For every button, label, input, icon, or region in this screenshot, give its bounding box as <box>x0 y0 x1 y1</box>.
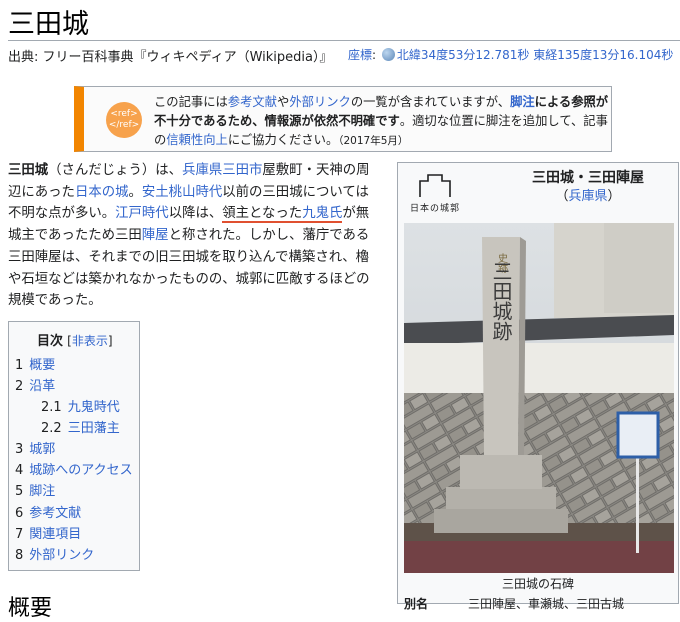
lead-subject: 三田城 <box>8 163 49 178</box>
link-footnotes[interactable]: 脚注 <box>510 95 535 109</box>
toc-num: 2.2 <box>41 421 62 436</box>
infobox: 日本の城郭 三田城・三田陣屋 （兵庫県） 史跡 三田城跡 三田城の石碑 別名 三… <box>397 162 679 611</box>
toc-title: 目次 <box>37 334 64 349</box>
toc-num: 1 <box>15 358 24 373</box>
ib-sub-close: ） <box>607 189 621 204</box>
toc-link[interactable]: 三田藩主 <box>68 421 120 436</box>
infobox-title: 三田城・三田陣屋 <box>532 170 644 186</box>
castle-logo-icon: 日本の城郭 <box>406 169 464 214</box>
link-edo-period[interactable]: 江戸時代 <box>115 206 169 221</box>
infobox-subtitle: （兵庫県） <box>498 185 678 204</box>
toc-item[interactable]: 5 脚注 <box>15 480 55 499</box>
toc-link[interactable]: 城郭 <box>29 442 55 457</box>
toc-item[interactable]: 2.2 三田藩主 <box>41 417 120 436</box>
globe-icon[interactable] <box>381 48 395 61</box>
toc-header: 目次 [非表示] <box>37 330 113 349</box>
toc-num: 7 <box>15 527 24 542</box>
toc-link[interactable]: 参考文献 <box>29 506 81 521</box>
link-sanda-city[interactable]: 三田市 <box>222 163 262 178</box>
toc-item[interactable]: 7 関連項目 <box>15 523 81 542</box>
notice-t2: や <box>277 95 290 109</box>
link-azuchi-momoyama[interactable]: 安土桃山時代 <box>142 185 222 200</box>
link-infobox-hyogo[interactable]: 兵庫県 <box>568 189 607 204</box>
photo-caption: 三田城の石碑 <box>501 577 574 591</box>
toc-num: 3 <box>15 442 24 457</box>
castle-monument-photo[interactable]: 史跡 三田城跡 <box>404 223 674 573</box>
toc-num: 5 <box>15 484 24 499</box>
lead-s2: （さんだじょう）は、 <box>48 163 183 178</box>
castle-logo-text: 日本の城郭 <box>410 204 461 214</box>
toc-link[interactable]: 関連項目 <box>29 527 81 542</box>
ib-row-value: 三田陣屋、車瀬城、三田古城 <box>468 597 625 611</box>
toc-link[interactable]: 概要 <box>29 358 55 373</box>
toc-link[interactable]: 九鬼時代 <box>68 400 120 415</box>
coords-value-link[interactable]: 北緯34度53分12.781秒 東経135度13分16.104秒 <box>397 48 674 62</box>
notice-t3: の一覧が含まれていますが、 <box>350 95 511 109</box>
link-external[interactable]: 外部リンク <box>289 95 351 109</box>
citation-notice: <ref> </ref> この記事には参考文献や外部リンクの一覧が含まれています… <box>74 86 612 152</box>
toc-item[interactable]: 3 城郭 <box>15 438 55 457</box>
section-heading: 概要 <box>8 596 53 621</box>
toc-link[interactable]: 外部リンク <box>29 548 94 563</box>
notice-t5: にご協力ください。 <box>227 133 339 147</box>
ref-icon: <ref> </ref> <box>106 102 142 138</box>
link-kuki-clan[interactable]: 九鬼氏 <box>302 206 342 221</box>
ib-row-label: 別名 <box>404 597 429 611</box>
lead-s7: 領主となった <box>222 206 303 222</box>
title-divider <box>8 40 680 41</box>
toc-link[interactable]: 沿革 <box>29 379 55 394</box>
toc-link[interactable]: 城跡へのアクセス <box>29 463 132 478</box>
notice-t1: この記事には <box>154 95 228 109</box>
toc-num: 2.1 <box>41 400 62 415</box>
coords-sep: : <box>372 48 380 62</box>
notice-date: （2017年5月） <box>338 135 409 147</box>
source-line: 出典: フリー百科事典『ウィキペディア（Wikipedia）』 <box>8 50 333 65</box>
link-japanese-castle[interactable]: 日本の城 <box>75 185 129 200</box>
toc-num: 2 <box>15 379 24 394</box>
monument-main-text: 三田城跡 <box>489 261 513 341</box>
coordinates: 座標: 北緯34度53分12.781秒 東経135度13分16.104秒 <box>348 46 673 63</box>
coords-label-link[interactable]: 座標 <box>348 48 372 62</box>
toc-item[interactable]: 8 外部リンク <box>15 544 94 563</box>
monument-photo-svg: 史跡 三田城跡 <box>404 223 674 573</box>
toc-item[interactable]: 6 参考文献 <box>15 502 81 521</box>
ib-sub-open: （ <box>555 189 569 204</box>
ref-icon-line1: <ref> <box>110 109 138 119</box>
toc-num: 8 <box>15 548 24 563</box>
toc-link[interactable]: 脚注 <box>29 484 55 499</box>
lead-s4: 。 <box>128 184 142 200</box>
ref-icon-line2: </ref> <box>108 120 140 130</box>
toc-item[interactable]: 2 沿革 <box>15 375 55 394</box>
link-references[interactable]: 参考文献 <box>228 95 277 109</box>
link-jinya[interactable]: 陣屋 <box>142 228 169 243</box>
toc-num: 6 <box>15 506 24 521</box>
toc-hide-toggle[interactable]: 非表示 <box>72 334 108 348</box>
castle-logo-svg <box>419 174 451 197</box>
toc-hide-close: ] <box>107 334 113 348</box>
notice-text: この記事には参考文献や外部リンクの一覧が含まれていますが、脚注による参照が不十分… <box>154 93 614 151</box>
toc-item[interactable]: 4 城跡へのアクセス <box>15 459 133 478</box>
toc-num: 4 <box>15 463 24 478</box>
toc-item[interactable]: 2.1 九鬼時代 <box>41 396 120 415</box>
toc-item[interactable]: 1 概要 <box>15 354 55 373</box>
page-title: 三田城 <box>8 9 89 40</box>
link-hyogo[interactable]: 兵庫県 <box>182 163 222 178</box>
lead-s6: 以降は、 <box>168 206 223 222</box>
lead-paragraph: 三田城（さんだじょう）は、兵庫県三田市屋敷町・天神の周辺にあった日本の城。安土桃… <box>8 160 380 312</box>
link-reliability[interactable]: 信頼性向上 <box>166 133 228 147</box>
table-of-contents: 目次 [非表示] 1 概要 2 沿革 2.1 九鬼時代 2.2 三田藩主 3 城郭 4 城跡… <box>8 321 140 571</box>
